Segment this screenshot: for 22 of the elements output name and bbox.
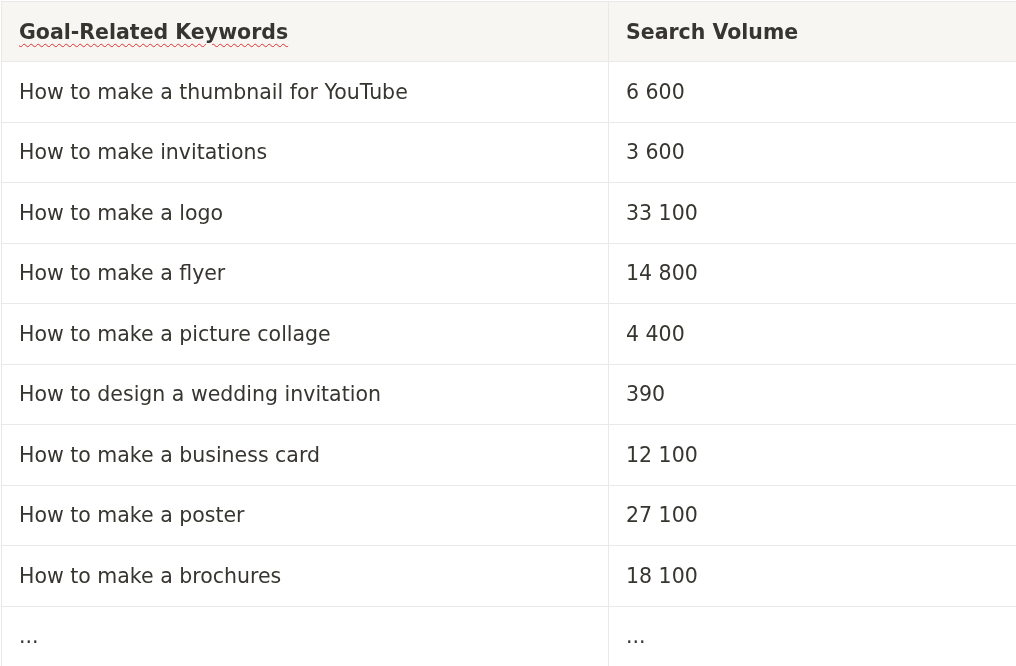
table-cell: How to make invitations <box>19 140 268 165</box>
table-cell: How to make a thumbnail for YouTube <box>19 79 408 104</box>
column-header: Goal-Related Keywords <box>19 19 289 44</box>
table-cell: 14 800 <box>626 261 698 286</box>
table-cell: 18 100 <box>626 563 698 588</box>
table-cell: 12 100 <box>626 442 698 467</box>
table-cell: How to make a logo <box>19 200 223 225</box>
column-header: Search Volume <box>626 19 799 44</box>
table-cell: 6 600 <box>626 79 685 104</box>
table-cell: How to make a picture collage <box>19 321 331 346</box>
table-cell: 4 400 <box>626 321 685 346</box>
table-cell: ... <box>19 624 39 649</box>
table-cell: How to make a poster <box>19 503 245 528</box>
table-cell: 390 <box>626 382 666 407</box>
table-cell: How to make a brochures <box>19 563 282 588</box>
table-cell: How to design a wedding invitation <box>19 382 381 407</box>
table-cell: 3 600 <box>626 140 685 165</box>
table-cell: 27 100 <box>626 503 698 528</box>
table-cell: 33 100 <box>626 200 698 225</box>
table-cell: How to make a business card <box>19 442 320 467</box>
table-cell: How to make a flyer <box>19 261 226 286</box>
table-cell: ... <box>626 624 646 649</box>
